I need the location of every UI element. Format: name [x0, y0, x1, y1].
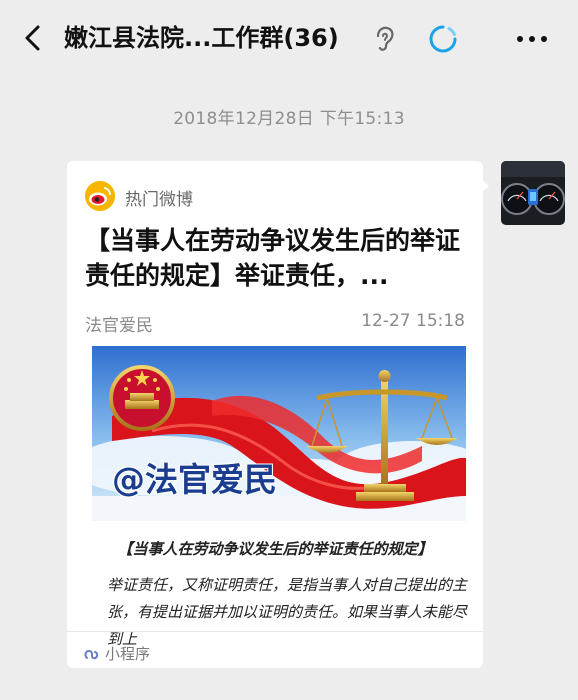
card-headline: 【当事人在劳动争议发生后的举证责任的规定】举证责任，... — [85, 226, 461, 290]
back-chevron-icon[interactable] — [16, 20, 52, 56]
refresh-ring-icon[interactable] — [426, 22, 460, 56]
banner-watermark-text: @法官爱民 — [112, 460, 277, 499]
message-timestamp: 2018年12月28日 下午15:13 — [173, 109, 405, 129]
chat-header: 嫩江县法院...工作群(36) — [0, 0, 578, 78]
card-banner-image: @法官爱民 — [92, 346, 466, 521]
card-author: 法官爱民 — [85, 316, 153, 336]
card-source-label: 热门微博 — [125, 190, 193, 210]
ear-icon[interactable] — [369, 24, 399, 54]
mini-program-label: 小程序 — [105, 645, 151, 663]
document-title: 【当事人在劳动争议发生后的举证责任的规定】 — [117, 540, 433, 558]
shared-weibo-card[interactable]: 热门微博 【当事人在劳动争议发生后的举证责任的规定】举证责任，... 法官爱民 … — [67, 161, 483, 668]
weibo-logo-icon — [85, 181, 115, 211]
card-date: 12-27 15:18 — [361, 311, 465, 331]
chat-title: 嫩江县法院...工作群(36) — [64, 24, 339, 52]
mini-program-link-icon — [84, 649, 99, 660]
avatar-dashboard-image — [501, 161, 565, 225]
sender-avatar[interactable] — [501, 161, 565, 225]
card-divider — [67, 631, 483, 632]
document-body: 举证责任，又称证明责任，是指当事人对自己提出的主张，有提出证据并加以证明的责任。… — [107, 576, 468, 648]
more-dots-icon[interactable] — [512, 26, 552, 52]
